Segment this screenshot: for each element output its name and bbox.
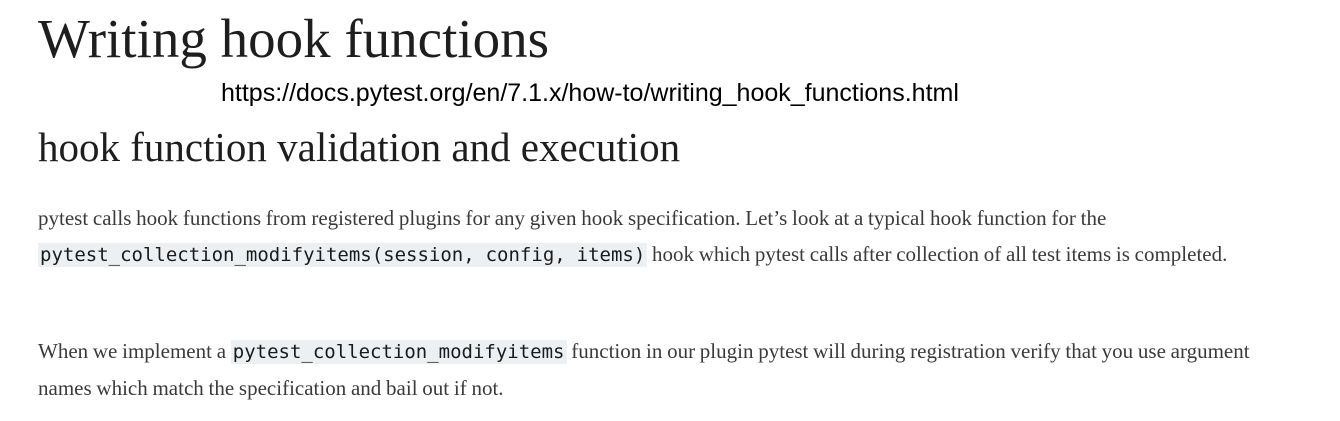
inline-code-hook-signature: pytest_collection_modifyitems(session, c… — [38, 243, 648, 267]
paragraph-text: hook which pytest calls after collection… — [647, 242, 1228, 266]
paragraph-validation: When we implement a pytest_collection_mo… — [38, 333, 1306, 406]
paragraph-text: When we implement a — [38, 339, 231, 363]
inline-code-hook-name: pytest_collection_modifyitems — [230, 340, 567, 364]
url-annotation: https://docs.pytest.org/en/7.1.x/how-to/… — [221, 79, 959, 107]
paragraph-text: pytest calls hook functions from registe… — [38, 206, 1107, 230]
page-title: Writing hook functions — [38, 8, 550, 69]
paragraph-hook-calls: pytest calls hook functions from registe… — [38, 200, 1306, 273]
section-heading: hook function validation and execution — [38, 124, 681, 170]
